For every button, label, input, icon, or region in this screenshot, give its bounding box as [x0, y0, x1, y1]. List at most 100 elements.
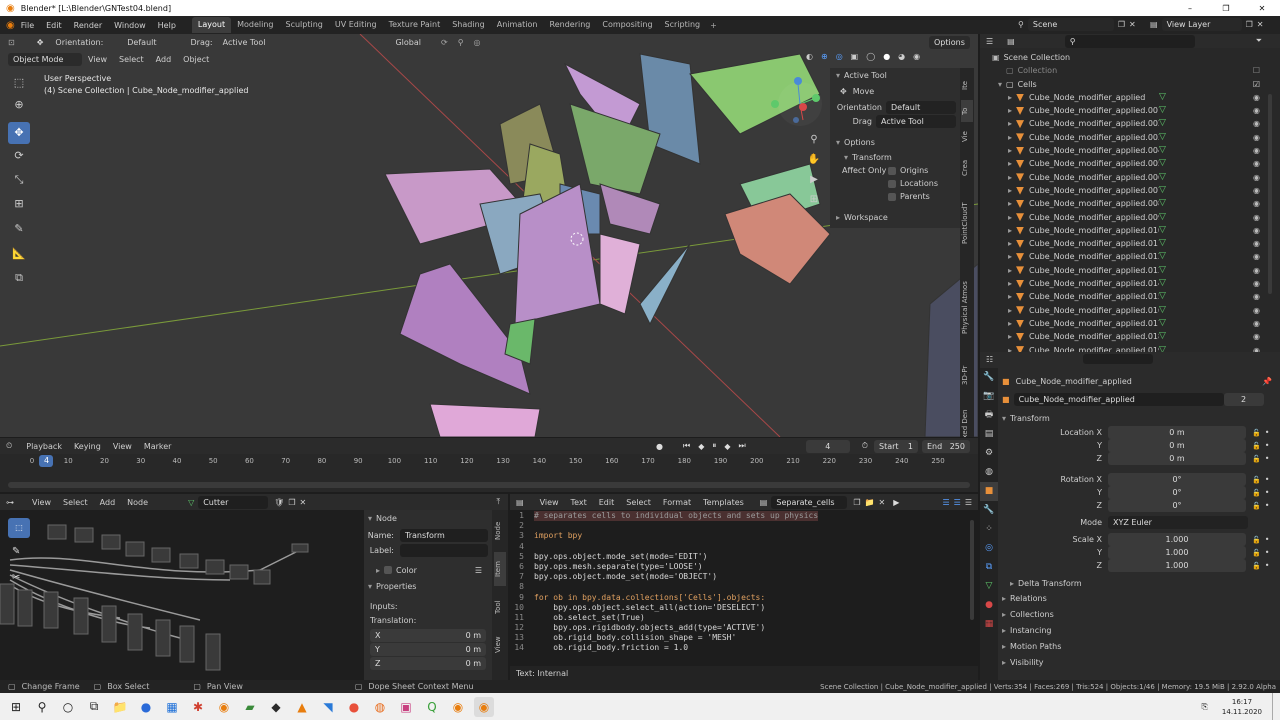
app-icon-6[interactable]: ●: [344, 697, 364, 717]
properties-editor-icon[interactable]: ☷: [986, 355, 993, 364]
expand-arrow-icon[interactable]: ▸: [1008, 157, 1012, 170]
delete-view-layer-icon[interactable]: ✕: [1257, 20, 1264, 29]
close-button[interactable]: ✕: [1244, 4, 1280, 13]
visibility-eye-icon[interactable]: ◉: [1253, 211, 1260, 224]
timeline-ruler[interactable]: 0 10 20 30 40 50 60 70 80 90 100 110 120 130 140 150 160…: [0, 455, 978, 469]
mode-dropdown[interactable]: Object Mode: [8, 52, 82, 66]
expand-arrow-icon[interactable]: ▸: [1008, 197, 1012, 210]
text-menu-edit[interactable]: Edit: [599, 498, 615, 507]
expand-arrow-icon[interactable]: ▸: [1008, 117, 1012, 130]
node-sidebar-tab[interactable]: Node: [494, 514, 506, 548]
scene-selector[interactable]: ⚲ Scene ❐ ✕: [1018, 18, 1136, 31]
parents-checkbox[interactable]: [888, 192, 896, 201]
rotation-mode-dropdown[interactable]: XYZ Euler: [1108, 516, 1248, 529]
outliner-object-row[interactable]: ▸ Cube_Node_modifier_applied.019 ▽ ◉: [992, 344, 1280, 352]
timeline-menu-view[interactable]: View: [113, 442, 132, 451]
transform-panel-header[interactable]: ▾ Transform: [1002, 410, 1272, 426]
search-icon[interactable]: ⚲: [32, 697, 52, 717]
outliner-object-row[interactable]: ▸ Cube_Node_modifier_applied.002 ▽ ◉: [992, 117, 1280, 130]
visibility-eye-icon[interactable]: ◉: [1253, 197, 1260, 210]
lock-icon[interactable]: 🔓: [1252, 476, 1261, 484]
visibility-eye-icon[interactable]: ◉: [1253, 184, 1260, 197]
show-desktop-button[interactable]: [1272, 693, 1276, 720]
sidebar-tab[interactable]: Physical Atmos: [961, 262, 973, 354]
object-tab-icon[interactable]: ■: [980, 482, 998, 501]
rotation-y-field[interactable]: 0°: [1108, 486, 1246, 499]
sidebar-tab[interactable]: Vie: [961, 124, 973, 150]
outliner-object-row[interactable]: ▸ Cube_Node_modifier_applied ▽ ◉: [992, 91, 1280, 104]
text-menu-templates[interactable]: Templates: [703, 498, 744, 507]
keyframe-dot-icon[interactable]: •: [1265, 488, 1270, 497]
node-editor-icon[interactable]: ⊶: [6, 498, 14, 507]
outliner-object-row[interactable]: ▸ Cube_Node_modifier_applied.011 ▽ ◉: [992, 237, 1280, 250]
visibility-eye-icon[interactable]: ◉: [1253, 131, 1260, 144]
timeline-menu-playback[interactable]: Playback: [26, 442, 62, 451]
file-explorer-icon[interactable]: 📁: [110, 697, 130, 717]
expand-arrow-icon[interactable]: ▸: [1008, 264, 1012, 277]
scale-tool-icon[interactable]: ⤡: [8, 168, 30, 192]
node-sidebar-tab[interactable]: Item: [494, 552, 506, 586]
view-layer-selector[interactable]: ▤ View Layer ❐ ✕: [1150, 18, 1263, 31]
next-keyframe-icon[interactable]: ◆: [724, 442, 730, 451]
workspace-tab-scripting[interactable]: Scripting: [659, 17, 707, 33]
copy-tree-icon[interactable]: ❐: [288, 498, 295, 507]
npanel-drag-dropdown[interactable]: Active Tool: [876, 114, 956, 128]
viewport-menu-object[interactable]: Object: [183, 55, 209, 64]
expand-arrow-icon[interactable]: ▸: [1008, 131, 1012, 144]
outliner-editor-icon[interactable]: ☰: [986, 37, 993, 46]
color-presets-icon[interactable]: ☰: [475, 566, 482, 575]
viewport-menu-add[interactable]: Add: [156, 55, 172, 64]
visibility-eye-icon[interactable]: ◉: [1253, 224, 1260, 237]
expand-arrow-icon[interactable]: ▸: [1008, 104, 1012, 117]
ortho-grid-icon[interactable]: ⊞: [806, 190, 822, 210]
keyframe-dot-icon[interactable]: •: [1265, 561, 1270, 570]
pan-hand-icon[interactable]: ✋: [806, 150, 822, 170]
location-z-field[interactable]: 0 m: [1108, 452, 1246, 465]
outliner-object-row[interactable]: ▸ Cube_Node_modifier_applied.004 ▽ ◉: [992, 144, 1280, 157]
visibility-eye-icon[interactable]: ◉: [1253, 237, 1260, 250]
workspace-section[interactable]: ▸ Workspace: [836, 209, 960, 225]
node-menu-select[interactable]: Select: [63, 498, 88, 507]
visibility-eye-icon[interactable]: ◉: [1253, 317, 1260, 330]
section-relations[interactable]: ▸ Relations: [1002, 590, 1272, 606]
timeline-menu-keying[interactable]: Keying: [74, 442, 101, 451]
expand-arrow-icon[interactable]: ▸: [1008, 237, 1012, 250]
workspace-tab-animation[interactable]: Animation: [491, 17, 544, 33]
workspace-tab-texture-paint[interactable]: Texture Paint: [383, 17, 447, 33]
drag-dropdown[interactable]: Active Tool: [223, 38, 266, 47]
visibility-eye-icon[interactable]: ◉: [1253, 304, 1260, 317]
outliner-search-input[interactable]: ⚲: [1064, 34, 1195, 48]
output-tab-icon[interactable]: 🖶: [980, 406, 998, 425]
section-instancing[interactable]: ▸ Instancing: [1002, 622, 1272, 638]
keyframe-dot-icon[interactable]: •: [1265, 441, 1270, 450]
user-count[interactable]: 2: [1223, 392, 1264, 406]
visibility-eye-icon[interactable]: ◉: [1253, 250, 1260, 263]
app-icon-8[interactable]: Q: [422, 697, 442, 717]
node-sidebar-tab[interactable]: View: [494, 628, 506, 662]
unlink-text-icon[interactable]: ✕: [879, 498, 886, 507]
lock-icon[interactable]: 🔓: [1252, 442, 1261, 450]
visibility-eye-icon[interactable]: ◉: [1253, 144, 1260, 157]
sidebar-tab[interactable]: 3D-Pr: [961, 356, 973, 394]
particles-tab-icon[interactable]: ⁘: [980, 520, 998, 539]
lock-icon[interactable]: 🔓: [1252, 562, 1261, 570]
menu-render[interactable]: Render: [74, 21, 102, 30]
display-mode-icon[interactable]: ▤: [1007, 37, 1015, 46]
workspace-tab-shading[interactable]: Shading: [446, 17, 491, 33]
cells-collection-row[interactable]: ▾ ▢ Cells ☑: [992, 78, 1280, 91]
expand-arrow-icon[interactable]: ▸: [1008, 317, 1012, 330]
exclude-checkbox[interactable]: ☐: [1253, 64, 1260, 77]
outliner-scrollbar[interactable]: [1268, 94, 1272, 294]
active-tool-section[interactable]: ▾ Active Tool: [836, 68, 960, 82]
cortana-icon[interactable]: ○: [58, 697, 78, 717]
blender-taskbar-icon[interactable]: ◉: [214, 697, 234, 717]
node-editor[interactable]: ⊶ View Select Add Node ▽ Cutter 🛡 ❐ ✕ ⤒: [0, 494, 508, 680]
section-motion-paths[interactable]: ▸ Motion Paths: [1002, 638, 1272, 654]
sidebar-tab[interactable]: Crea: [961, 152, 973, 184]
end-frame-field[interactable]: End 250: [922, 439, 970, 453]
new-scene-icon[interactable]: ❐: [1118, 20, 1125, 29]
sidebar-tab[interactable]: Ite: [961, 72, 973, 98]
timer-icon[interactable]: ⏱: [862, 441, 868, 451]
location-x-field[interactable]: 0 m: [1108, 426, 1246, 439]
sidebar-tab[interactable]: To: [961, 100, 973, 122]
